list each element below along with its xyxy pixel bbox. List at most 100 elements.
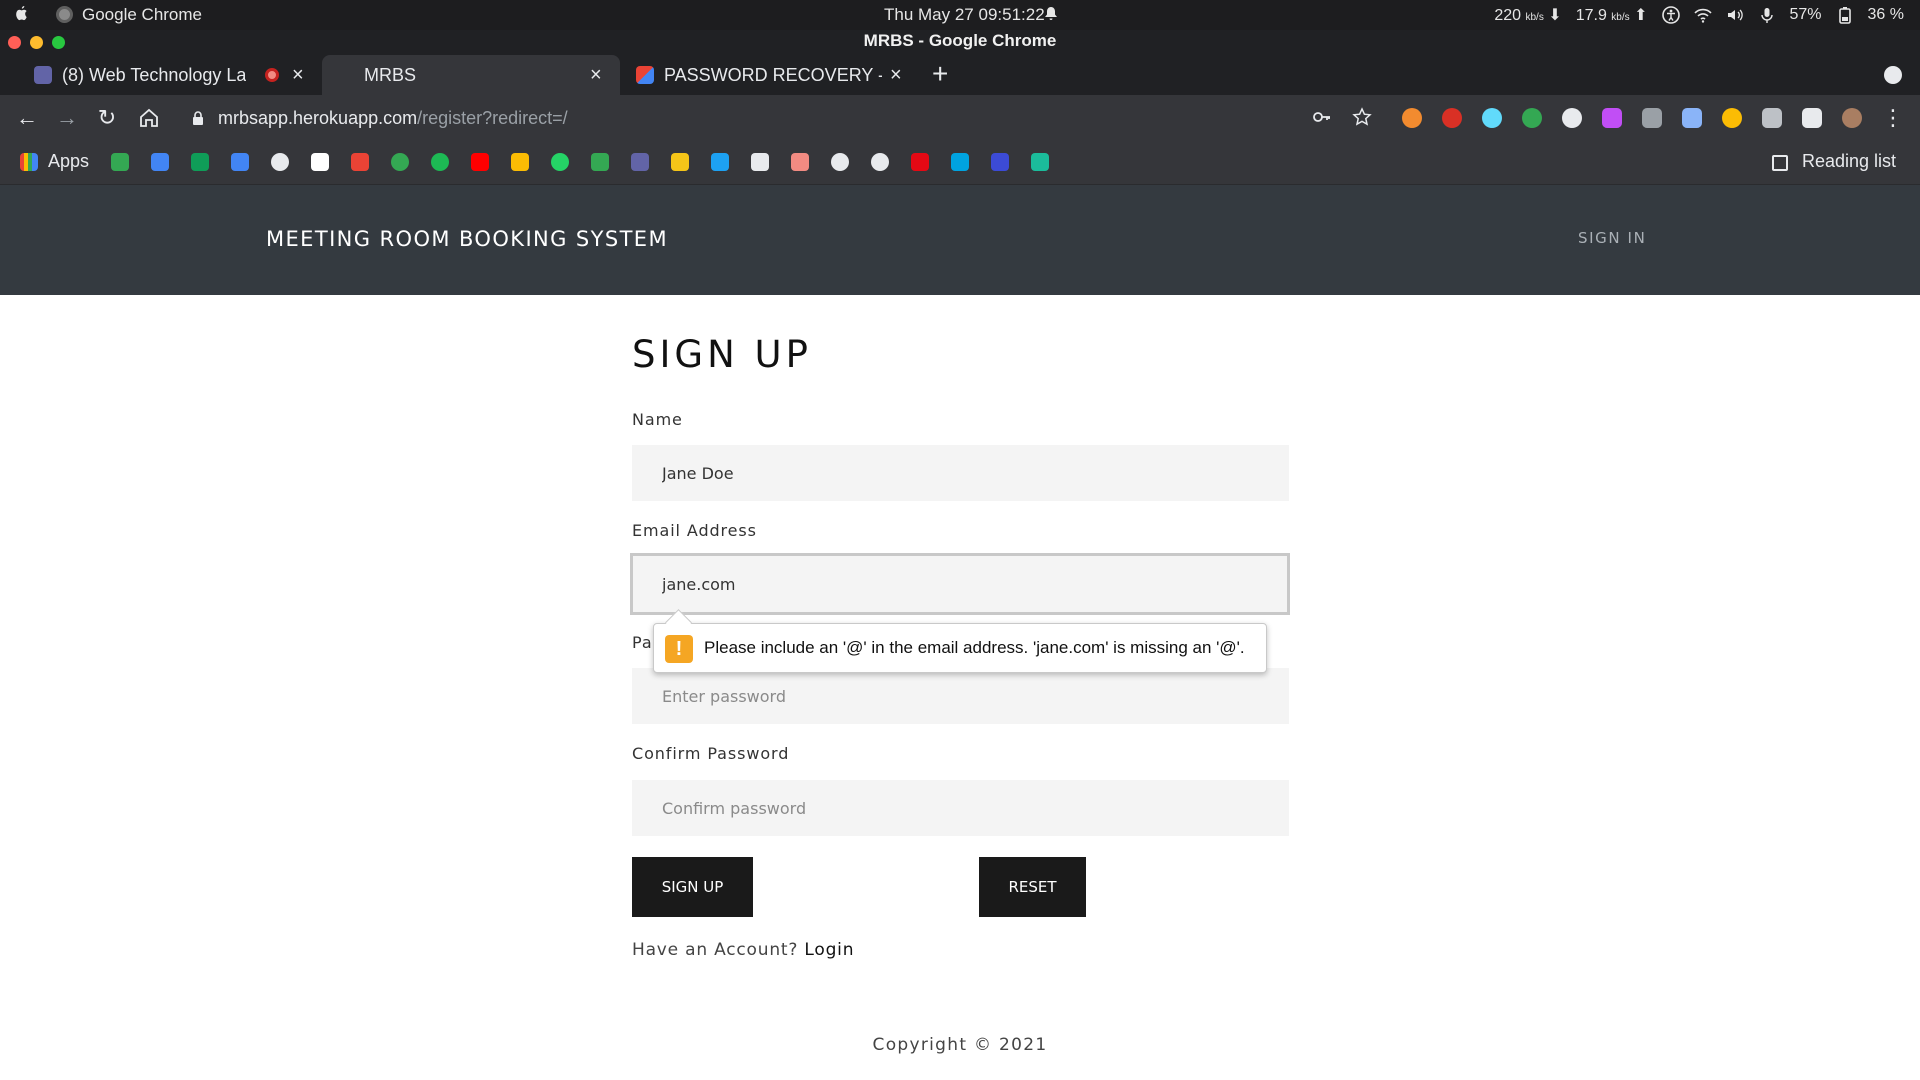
brush-icon[interactable] — [991, 153, 1009, 171]
net-up-readout: 17.9 kb/s ⬆ — [1575, 7, 1648, 24]
adblock-icon[interactable] — [1442, 108, 1462, 128]
google-keep-icon[interactable] — [511, 153, 529, 171]
window-title-bar: MRBS - Google Chrome — [0, 30, 1920, 55]
window-maximize-button[interactable] — [52, 36, 65, 49]
teams-favicon-icon — [34, 66, 52, 84]
system-clock[interactable]: Thu May 27 09:51:22 — [884, 5, 1045, 25]
lightbulb-icon[interactable] — [1562, 108, 1582, 128]
nav-signin-link[interactable]: SIGN IN — [1578, 229, 1646, 247]
status-area: 220 kb/s ⬇ 17.9 kb/s ⬆ 57% 36 % — [1494, 5, 1904, 25]
have-account-line: Have an Account? Login — [632, 940, 854, 960]
battery-readout: 36 % — [1867, 6, 1904, 23]
mail-open-icon[interactable] — [751, 153, 769, 171]
globe-icon[interactable] — [271, 153, 289, 171]
close-tab-icon[interactable]: × — [590, 55, 602, 95]
bootstrap-b-icon[interactable] — [951, 153, 969, 171]
close-tab-icon[interactable]: × — [890, 55, 902, 95]
speaker-icon[interactable] — [1726, 6, 1744, 24]
globe-icon[interactable] — [871, 153, 889, 171]
confirm-password-field[interactable] — [632, 780, 1289, 836]
password-field[interactable] — [632, 668, 1289, 724]
reload-icon[interactable]: ↻ — [94, 105, 120, 131]
key-icon[interactable] — [1312, 107, 1332, 127]
email-label: Email Address — [632, 521, 757, 540]
warning-icon: ! — [665, 635, 693, 663]
chart-extension-icon[interactable] — [1682, 108, 1702, 128]
youtube-icon[interactable] — [471, 153, 489, 171]
extension-orange-icon[interactable] — [1402, 108, 1422, 128]
extensions-puzzle-icon[interactable] — [1802, 108, 1822, 128]
window-title: MRBS - Google Chrome — [863, 31, 1057, 50]
apple-icon[interactable] — [14, 5, 29, 22]
back-arrow-icon[interactable]: ← — [14, 105, 40, 131]
notion-icon[interactable] — [311, 153, 329, 171]
wifi-icon[interactable] — [1693, 6, 1712, 24]
site-brand[interactable]: MEETING ROOM BOOKING SYSTEM — [266, 227, 668, 251]
window-minimize-button[interactable] — [30, 36, 43, 49]
home-icon[interactable] — [136, 105, 162, 131]
chrome-app-icon — [56, 6, 73, 23]
name-field[interactable] — [632, 445, 1289, 501]
lock-icon[interactable] — [192, 111, 204, 125]
bell-icon — [1045, 7, 1057, 20]
active-app-name[interactable]: Google Chrome — [82, 5, 202, 25]
tab-password-recovery[interactable]: PASSWORD RECOVERY - s × — [622, 55, 912, 95]
gmail-favicon-icon — [636, 66, 654, 84]
google-sheets-icon[interactable] — [191, 153, 209, 171]
url-text[interactable]: mrbsapp.herokuapp.com/register?redirect=… — [218, 108, 568, 129]
validation-message: Please include an '@' in the email addre… — [704, 638, 1245, 657]
account-prompt: Have an Account? — [632, 940, 799, 960]
twitter-icon[interactable] — [711, 153, 729, 171]
footer-copyright: Copyright © 2021 — [872, 1035, 1048, 1055]
forward-arrow-icon[interactable]: → — [54, 105, 80, 131]
google-docs-icon[interactable] — [151, 153, 169, 171]
window-close-button[interactable] — [8, 36, 21, 49]
camera-icon[interactable] — [1762, 108, 1782, 128]
os-top-bar: Google Chrome Thu May 27 09:51:22 220 kb… — [0, 0, 1920, 30]
profile-avatar[interactable] — [1842, 108, 1862, 128]
replit-icon[interactable] — [1031, 153, 1049, 171]
extension-eyes-icon[interactable] — [1722, 108, 1742, 128]
extension-purple-icon[interactable] — [1602, 108, 1622, 128]
reset-button[interactable]: RESET — [979, 857, 1086, 917]
accessibility-icon[interactable] — [1661, 6, 1680, 24]
bookmark-star-icon[interactable] — [1352, 107, 1372, 127]
netflix-icon[interactable] — [911, 153, 929, 171]
pen-tool-icon[interactable] — [1642, 108, 1662, 128]
tab-strip: (8) Web Technology La × MRBS × PASSWORD … — [0, 55, 1920, 95]
address-bar[interactable]: mrbsapp.herokuapp.com/register?redirect=… — [180, 101, 1340, 135]
reading-list-button[interactable]: Reading list — [1802, 151, 1896, 172]
google-docs-icon[interactable] — [231, 153, 249, 171]
new-tab-button[interactable]: + — [932, 55, 948, 93]
google-maps-icon[interactable] — [391, 153, 409, 171]
miro-icon[interactable] — [671, 153, 689, 171]
react-devtools-icon[interactable] — [1482, 108, 1502, 128]
tab-title: MRBS — [364, 65, 417, 85]
tab-title: PASSWORD RECOVERY - s — [664, 65, 882, 85]
close-tab-icon[interactable]: × — [292, 55, 304, 95]
tab-search-icon[interactable] — [1884, 66, 1902, 84]
signup-button[interactable]: SIGN UP — [632, 857, 753, 917]
whatsapp-icon[interactable] — [551, 153, 569, 171]
battery-icon[interactable] — [1836, 6, 1854, 24]
browser-toolbar: ← → ↻ mrbsapp.herokuapp.com/register?red… — [0, 95, 1920, 141]
spotify-icon[interactable] — [431, 153, 449, 171]
microphone-icon[interactable] — [1758, 6, 1776, 24]
google-drive-icon[interactable] — [591, 153, 609, 171]
apps-grid-icon[interactable] — [20, 153, 38, 171]
tab-title: (8) Web Technology La — [62, 65, 247, 85]
layers-icon[interactable] — [791, 153, 809, 171]
tab-mrbs[interactable]: MRBS × — [322, 55, 620, 95]
chrome-menu-icon[interactable]: ⋮ — [1880, 105, 1906, 131]
login-link[interactable]: Login — [804, 940, 854, 960]
name-label: Name — [632, 410, 683, 429]
gmail-icon[interactable] — [351, 153, 369, 171]
bookmark-apps[interactable]: Apps — [48, 151, 89, 172]
microsoft-teams-icon[interactable] — [631, 153, 649, 171]
email-field[interactable] — [630, 553, 1290, 615]
globe-icon[interactable] — [831, 153, 849, 171]
google-drive-icon[interactable] — [111, 153, 129, 171]
page-title: SIGN UP — [632, 333, 812, 376]
tab-web-technology[interactable]: (8) Web Technology La × — [20, 55, 320, 95]
extension-green-icon[interactable] — [1522, 108, 1542, 128]
